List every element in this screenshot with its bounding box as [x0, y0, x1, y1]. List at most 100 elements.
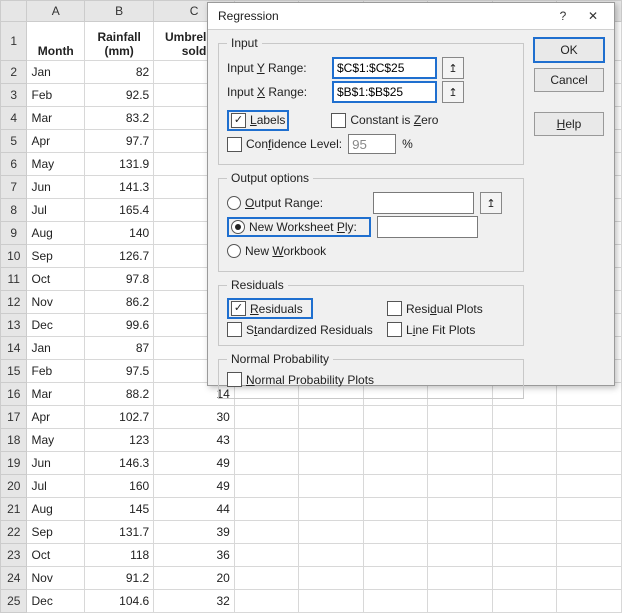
cell[interactable]: 102.7: [85, 406, 154, 429]
row-header[interactable]: 3: [1, 84, 27, 107]
row-header[interactable]: 8: [1, 199, 27, 222]
cell[interactable]: [428, 498, 493, 521]
cell[interactable]: 92.5: [85, 84, 154, 107]
col-header[interactable]: A: [27, 1, 85, 22]
cell[interactable]: [557, 429, 622, 452]
row-header[interactable]: 22: [1, 521, 27, 544]
row-header[interactable]: 10: [1, 245, 27, 268]
cell[interactable]: [557, 590, 622, 613]
cell[interactable]: May: [27, 429, 85, 452]
cell[interactable]: [492, 544, 557, 567]
cell[interactable]: 44: [154, 498, 235, 521]
cell[interactable]: Dec: [27, 314, 85, 337]
cell[interactable]: [234, 521, 299, 544]
cell[interactable]: 146.3: [85, 452, 154, 475]
cell[interactable]: 97.7: [85, 130, 154, 153]
output-range-radio[interactable]: [227, 196, 241, 210]
cell[interactable]: 145: [85, 498, 154, 521]
row-header[interactable]: 2: [1, 61, 27, 84]
row-header[interactable]: 12: [1, 291, 27, 314]
ref-select-icon[interactable]: ↥: [480, 192, 502, 214]
cell[interactable]: Nov: [27, 567, 85, 590]
cell[interactable]: [428, 590, 493, 613]
cell[interactable]: [428, 544, 493, 567]
new-ply-input[interactable]: [377, 216, 478, 238]
select-all-corner[interactable]: [1, 1, 27, 22]
cell[interactable]: [299, 544, 364, 567]
cell[interactable]: 118: [85, 544, 154, 567]
cell[interactable]: [557, 475, 622, 498]
cell[interactable]: [363, 452, 428, 475]
close-icon[interactable]: ✕: [578, 6, 608, 26]
cell[interactable]: [492, 567, 557, 590]
cell[interactable]: [557, 544, 622, 567]
row-header[interactable]: 15: [1, 360, 27, 383]
cell[interactable]: 20: [154, 567, 235, 590]
cell[interactable]: Jun: [27, 452, 85, 475]
cell[interactable]: Aug: [27, 498, 85, 521]
cell[interactable]: 126.7: [85, 245, 154, 268]
cell[interactable]: 104.6: [85, 590, 154, 613]
cell[interactable]: [299, 521, 364, 544]
cell[interactable]: [363, 498, 428, 521]
help-icon[interactable]: ?: [548, 6, 578, 26]
cell[interactable]: 140: [85, 222, 154, 245]
cell[interactable]: 165.4: [85, 199, 154, 222]
cell[interactable]: [234, 567, 299, 590]
output-range-input[interactable]: [373, 192, 474, 214]
residual-plots-checkbox[interactable]: [387, 301, 402, 316]
cell[interactable]: Mar: [27, 383, 85, 406]
row-header[interactable]: 23: [1, 544, 27, 567]
cell[interactable]: [557, 567, 622, 590]
cell[interactable]: [428, 521, 493, 544]
cell[interactable]: [492, 475, 557, 498]
cell[interactable]: 49: [154, 452, 235, 475]
cell[interactable]: 160: [85, 475, 154, 498]
cell[interactable]: 141.3: [85, 176, 154, 199]
cell[interactable]: [428, 429, 493, 452]
normprob-checkbox[interactable]: [227, 372, 242, 387]
confidence-checkbox[interactable]: [227, 137, 242, 152]
cell[interactable]: 36: [154, 544, 235, 567]
cell[interactable]: [492, 590, 557, 613]
cell[interactable]: [234, 544, 299, 567]
ok-button[interactable]: OK: [534, 38, 604, 62]
cell[interactable]: Feb: [27, 360, 85, 383]
cell[interactable]: [363, 544, 428, 567]
cell[interactable]: Aug: [27, 222, 85, 245]
cell[interactable]: 131.9: [85, 153, 154, 176]
row-header[interactable]: 17: [1, 406, 27, 429]
row-header[interactable]: 6: [1, 153, 27, 176]
linefit-checkbox[interactable]: [387, 322, 402, 337]
cell[interactable]: Jun: [27, 176, 85, 199]
cell[interactable]: [557, 521, 622, 544]
cell[interactable]: 131.7: [85, 521, 154, 544]
cell[interactable]: Oct: [27, 268, 85, 291]
help-button[interactable]: Help: [534, 112, 604, 136]
row-header[interactable]: 21: [1, 498, 27, 521]
cell[interactable]: [363, 475, 428, 498]
cell[interactable]: [363, 590, 428, 613]
input-y-range[interactable]: [333, 58, 436, 78]
cell[interactable]: [428, 452, 493, 475]
col-header[interactable]: B: [85, 1, 154, 22]
cell[interactable]: Sep: [27, 521, 85, 544]
row-header[interactable]: 16: [1, 383, 27, 406]
cell[interactable]: 123: [85, 429, 154, 452]
cell[interactable]: Jul: [27, 475, 85, 498]
cell[interactable]: [557, 452, 622, 475]
row-header[interactable]: 5: [1, 130, 27, 153]
cell[interactable]: [299, 590, 364, 613]
cell[interactable]: Apr: [27, 130, 85, 153]
new-ply-radio[interactable]: [231, 220, 245, 234]
cell[interactable]: 43: [154, 429, 235, 452]
cell[interactable]: Feb: [27, 84, 85, 107]
row-header[interactable]: 13: [1, 314, 27, 337]
cell[interactable]: [363, 567, 428, 590]
row-header[interactable]: 9: [1, 222, 27, 245]
row-header[interactable]: 14: [1, 337, 27, 360]
confidence-value[interactable]: [348, 134, 396, 154]
cell[interactable]: [492, 498, 557, 521]
cell[interactable]: [234, 475, 299, 498]
cell[interactable]: [299, 475, 364, 498]
